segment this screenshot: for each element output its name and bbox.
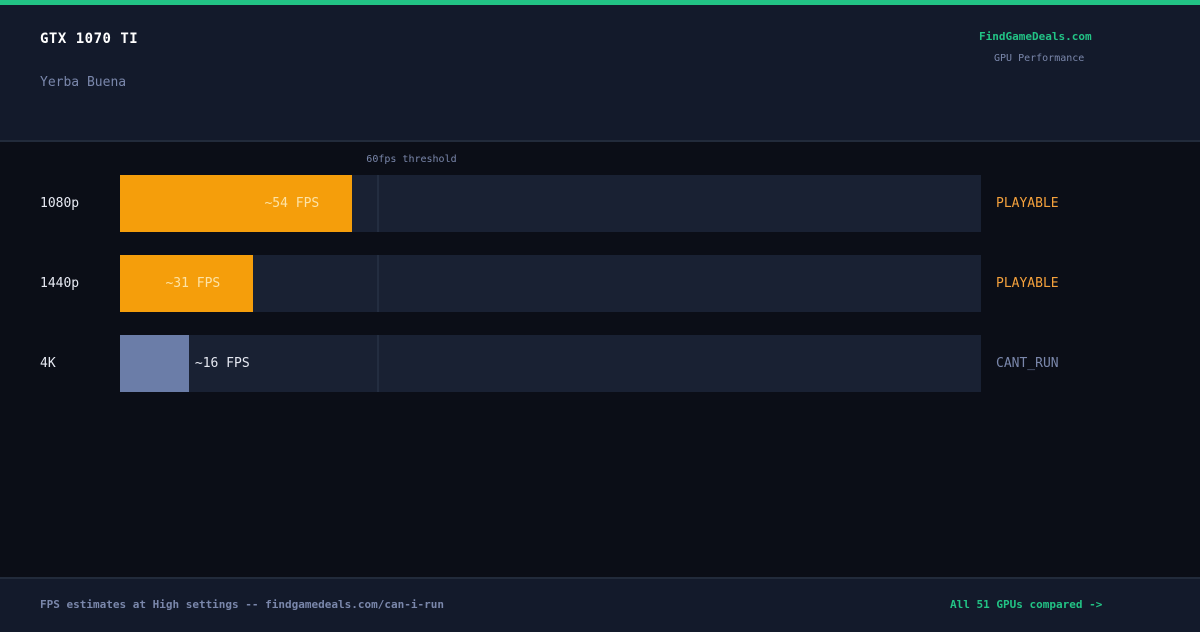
fps-value-label: ~54 FPS [264, 196, 320, 211]
all-gpus-link[interactable]: All 51 GPUs compared -> [950, 598, 1102, 611]
chart-row: 4K ~16 FPS CANT_RUN [0, 335, 1200, 392]
brand-subtitle: GPU Performance [994, 53, 1085, 64]
fps-bar [120, 335, 189, 392]
chart-row: 1440p ~31 FPS PLAYABLE [0, 255, 1200, 312]
fps-value-label: ~31 FPS [165, 276, 221, 291]
gpu-title: GTX 1070 TI [40, 31, 139, 47]
bar-track: ~16 FPS [120, 335, 981, 392]
footer: FPS estimates at High settings -- findga… [0, 577, 1200, 632]
game-name: Yerba Buena [40, 75, 127, 90]
fps-value-label: ~16 FPS [194, 356, 250, 371]
status-badge: PLAYABLE [996, 276, 1059, 291]
resolution-label: 1080p [40, 196, 80, 211]
status-badge: CANT_RUN [996, 356, 1059, 371]
resolution-label: 4K [40, 356, 56, 371]
brand-link[interactable]: FindGameDeals.com [979, 30, 1092, 43]
bar-track: ~54 FPS [120, 175, 981, 232]
footer-note: FPS estimates at High settings -- findga… [40, 598, 444, 611]
threshold-line [377, 175, 380, 232]
threshold-label: 60fps threshold [366, 154, 457, 165]
header: GTX 1070 TI Yerba Buena FindGameDeals.co… [0, 5, 1200, 142]
chart-row: 1080p ~54 FPS PLAYABLE [0, 175, 1200, 232]
threshold-line [377, 335, 380, 392]
bar-track: ~31 FPS [120, 255, 981, 312]
status-badge: PLAYABLE [996, 196, 1059, 211]
resolution-label: 1440p [40, 276, 80, 291]
threshold-line [377, 255, 380, 312]
